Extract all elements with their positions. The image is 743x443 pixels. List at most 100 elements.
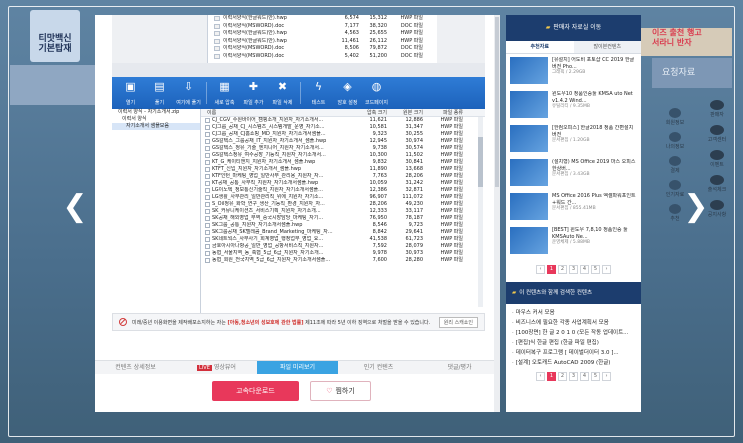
table-row[interactable]: SK네트웍스_사무사기_회계영업_행정업무_영업_요... 41,538 61,72… <box>201 236 485 243</box>
toolbar-set-password-button[interactable]: ◈ 암호 설정 <box>333 77 362 106</box>
hwp-file-icon <box>205 146 210 151</box>
toolbar-delete-file-button[interactable]: ✖ 파일 삭제 <box>268 77 297 106</box>
column-name[interactable]: 이름 <box>201 109 351 116</box>
table-row[interactable]: LG이노텍_정보통신기술직_지원자_자기소개서샘플... 12,386 32,871… <box>201 187 485 194</box>
toolbar-codepage-button[interactable]: ◍ 코드페이지 <box>362 77 391 106</box>
table-row[interactable]: CJ_CGV_수원바이어_캠핑소개_지원자_자기소개서... 11,621 12,8… <box>201 117 485 124</box>
table-row[interactable]: 농협_서울지역_농_축협_5급_6급_지원자_자기소개... 9,978 30,97… <box>201 250 485 257</box>
delete-file-icon: ✖ <box>277 80 288 93</box>
modal-scrollbar[interactable] <box>494 15 500 412</box>
table-row[interactable]: 농협_회원_전국지역_5급_6급_지원자_자기소개서샘플... 7,600 28,2… <box>201 257 485 264</box>
pager-next-icon[interactable]: › <box>602 371 611 381</box>
toolbar-extract-here-button[interactable]: ⇩ 여기에 풀기 <box>174 77 203 106</box>
pager-prev-icon[interactable]: ‹ <box>536 371 545 381</box>
file-compressed-size: 28,206 <box>369 201 388 207</box>
tree-item[interactable]: 이력서 양식 - 자기소개서.zip <box>112 109 200 116</box>
file-icon <box>214 38 220 44</box>
table-row[interactable]: 금호아시아나항공_일반_영업_공항서비스직_지원자... 7,592 28,079 H… <box>201 243 485 250</box>
previous-arrow-icon[interactable]: ❮ <box>62 188 88 226</box>
table-row[interactable]: KTF인턴_마케팅_영업_일반사무_관리용_지원자_자... 7,763 28,20… <box>201 173 485 180</box>
related-link[interactable]: · 비즈니스에 필요한 각종 사업계획서 모음 <box>512 318 635 328</box>
list-item[interactable]: [한컴오피스] 한글2018 정품 간편설치버전 문서편집 / 1.20GB <box>510 125 637 156</box>
related-link[interactable]: · [100장면] 한 글 2 0 1 0 (모든 작동 업데이트... <box>512 328 635 338</box>
tab-video-viewer[interactable]: LIVE 영상뷰어 <box>176 361 257 374</box>
pager-next-icon[interactable]: › <box>602 264 611 274</box>
list-item[interactable]: 윈도우10 정품인증툴 KMSA uto Net v1.4.2 Wind... 유… <box>510 91 637 122</box>
live-badge: LIVE <box>197 365 212 371</box>
list-item[interactable]: MS Office 2016 Plus 엑셀파워포인트+워드 간... 문서편집 … <box>510 193 637 224</box>
table-row[interactable]: SK그룹_공통_지원자_자기소개서샘플.hwp 8,546 9,723 HWP 파일 <box>201 222 485 229</box>
pager-page[interactable]: 5 <box>591 264 600 274</box>
table-row[interactable]: S_Oil정유_화학_연구_생산_기능직_환경_지원자_자... 28,206 49… <box>201 201 485 208</box>
table-row[interactable]: SK_커뮤니케이션즈_서비스기획_지원자_자기소개... 12,333 33,117… <box>201 208 485 215</box>
file-compressed-size: 12,386 <box>369 187 388 193</box>
pager-page[interactable]: 2 <box>558 264 567 274</box>
table-row[interactable]: KTFT_신입_지원자_자기소개서_샘플.hwp 11,890 13,668 HWP … <box>201 166 485 173</box>
related-link-text: [100장면] 한 글 2 0 1 0 (모든 작동 업데이트... <box>515 330 629 336</box>
product-thumbnail <box>510 57 548 84</box>
related-link[interactable]: · [편집]식 한글 편집 (한글 파일 편집) <box>512 338 635 348</box>
list-item[interactable]: (설치형) MS Office 2019 마스 오피스 한상버... 문서편집 /… <box>510 159 637 190</box>
table-row[interactable]: GS칼텍스정유_여수공장_기능직_지원자_자기소개서... 10,300 11,50… <box>201 152 485 159</box>
column-original-size[interactable]: 원본 크기 <box>387 109 423 116</box>
previous-file-row[interactable]: 이력서양식(MSWORD).doc 8,506 79,872 DOC 파일 <box>208 45 437 53</box>
toolbar-new-archive-button[interactable]: ▦ 새로 압축 <box>210 77 239 106</box>
tab-recommended[interactable]: 추천자료 <box>506 41 574 53</box>
tree-item[interactable]: 이력서 양식 <box>112 116 200 123</box>
tab-file-preview[interactable]: 파일 미리보기 <box>257 361 338 374</box>
pager-page[interactable]: 3 <box>569 264 578 274</box>
related-link[interactable]: · 데이터복구 프로그램 [ 데이벌더이터 3.0 ]... <box>512 348 635 358</box>
related-link[interactable]: · [설계] 오토캐드 AutoCAD 2009 (한글) <box>512 358 635 368</box>
table-row[interactable]: GS칼텍스_그룹공채_IT_지원자_자기소개서_샘플.hwp 12,945 30,9… <box>201 138 485 145</box>
fast-download-button[interactable]: 고속다운로드 <box>212 381 299 401</box>
column-file-type[interactable]: 파일 종류 <box>423 109 463 116</box>
pager-prev-icon[interactable]: ‹ <box>536 264 545 274</box>
list-item[interactable]: [BEST] 윈도우 7,8,10 정품인증 툴 KMSAuto Ne... 운영… <box>510 227 637 258</box>
previous-file-row[interactable]: 이력서양식(MSWORD).doc 7,177 38,320 DOC 파일 <box>208 23 437 31</box>
pager-page[interactable]: 4 <box>580 264 589 274</box>
previous-file-row[interactable]: 이력서양식(MSWORD).doc 5,402 51,200 DOC 파일 <box>208 53 437 61</box>
bullet-icon: · <box>512 360 514 366</box>
related-link[interactable]: · 마우스 커서 모음 <box>512 308 635 318</box>
table-row[interactable]: CJ그룹_공채_CJ_시스템즈_시스템개발_운영_자기소... 10,581 31,… <box>201 124 485 131</box>
notice-text-post: 제11조에 따라 5년 이하 징역으로 처벌을 받을 수 있습니다. <box>305 319 431 326</box>
previous-file-row[interactable]: 이력서양식(한글워드)안).hwp 4,563 25,655 HWP 파일 <box>208 30 437 38</box>
pager-page[interactable]: 2 <box>558 371 567 381</box>
favorite-button[interactable]: ♡ 찜하기 <box>310 381 371 401</box>
table-row[interactable]: KT_G_케이티앤지_지원자_자기소개서_샘플.hwp 9,832 30,841 HW… <box>201 159 485 166</box>
table-row[interactable]: SK그룹공채_SK텔레콤_Brand_Marketing_마케팅_자... 8,8… <box>201 229 485 236</box>
file-type: HWP 파일 <box>440 194 463 200</box>
tab-most-viewed[interactable]: 많이본컨텐츠 <box>574 41 642 53</box>
table-row[interactable]: KT공채_공통_사무직_지원자_자기소개서샘플.hwp 10,059 31,242 H… <box>201 180 485 187</box>
pager-page[interactable]: 4 <box>580 371 589 381</box>
file-list-scroll-thumb[interactable] <box>478 137 483 187</box>
pager-page[interactable]: 5 <box>591 371 600 381</box>
previous-file-row[interactable]: 이력서양식(한글워드)안).hwp 6,574 15,312 HWP 파일 <box>208 15 437 23</box>
toolbar-open-button[interactable]: ▣ 열기 <box>116 77 145 106</box>
toolbar-test-button[interactable]: ϟ 테스트 <box>304 77 333 106</box>
table-row[interactable]: GS칼텍스_정유_기술_엔지니어_지원자_자기소개서... 9,738 30,574… <box>201 145 485 152</box>
previous-file-row[interactable]: 이력서양식(한글워드)안).hwp 11,461 26,112 HWP 파일 <box>208 38 437 46</box>
tab-comments[interactable]: 댓글/평가 <box>419 361 500 374</box>
column-compressed-size[interactable]: 압축 크기 <box>351 109 387 116</box>
pager-page[interactable]: 1 <box>547 371 556 381</box>
notice-button[interactable]: 원리 스캐쇼인 <box>438 316 478 328</box>
table-row[interactable]: SK공채_해외영업_무역_중국시장담당_마케팅_자기... 76,950 78,18… <box>201 215 485 222</box>
list-item[interactable]: [유설치] 어도비 포토샵 CC 2019 한글버전 Pho... 그래픽 / 2… <box>510 57 637 88</box>
tab-content-detail[interactable]: 컨텐츠 상세정보 <box>95 361 176 374</box>
modal-scroll-thumb[interactable] <box>495 17 499 187</box>
toolbar-add-file-button[interactable]: ✚ 파일 추가 <box>239 77 268 106</box>
table-row[interactable]: CJ그룹_공채_CJ홈쇼핑_MD_지원자_자기소개서샘플... 9,323 30,2… <box>201 131 485 138</box>
file-list-scrollbar[interactable] <box>478 117 483 307</box>
next-arrow-icon[interactable]: ❯ <box>683 188 709 226</box>
toolbar-extract-button[interactable]: ▤ 풀기 <box>145 77 174 106</box>
pager-page[interactable]: 3 <box>569 371 578 381</box>
seller-archive-button[interactable]: ▰ 판매자 자료실 이동 <box>506 15 641 41</box>
table-row[interactable]: LG생활_사무관리_일반관리직_위에_지원자_자기소... 96,907 111,0… <box>201 194 485 201</box>
list-item-title: [유설치] 어도비 포토샵 CC 2019 한글버전 Pho... <box>552 57 635 70</box>
tab-popular-contents[interactable]: 인기 컨텐츠 <box>338 361 419 374</box>
detail-tabs: 컨텐츠 상세정보 LIVE 영상뷰어 파일 미리보기 인기 컨텐츠 댓글/평가 <box>95 360 500 374</box>
file-name: 농협_서울지역_농_축협_5급_6급_지원자_자기소개... <box>212 250 324 256</box>
pager-page[interactable]: 1 <box>547 264 556 274</box>
tree-item[interactable]: 자기소개서 샘플모음 <box>112 123 200 130</box>
